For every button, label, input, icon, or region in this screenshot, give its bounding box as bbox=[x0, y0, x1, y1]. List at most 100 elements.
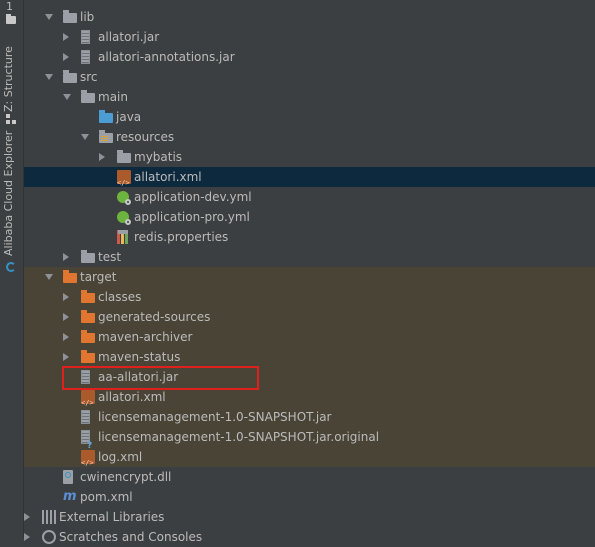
alibaba-cloud-icon bbox=[6, 262, 16, 272]
tree-row-label: cwinencrypt.dll bbox=[80, 470, 172, 484]
collapsed-arrow-icon[interactable] bbox=[99, 153, 105, 161]
collapsed-arrow-icon[interactable] bbox=[63, 53, 69, 61]
project-tool-number[interactable]: 1 bbox=[6, 0, 13, 13]
tree-row-label: allatori.xml bbox=[98, 390, 166, 404]
excluded-folder-icon bbox=[81, 350, 95, 363]
tree-row[interactable]: target bbox=[24, 267, 595, 287]
structure-tool-label[interactable]: Z: Structure bbox=[2, 46, 15, 112]
tree-row[interactable]: resources bbox=[24, 127, 595, 147]
excluded-folder-icon bbox=[63, 270, 77, 283]
tree-row[interactable]: java bbox=[24, 107, 595, 127]
jar-icon bbox=[81, 30, 90, 44]
tree-row-label: target bbox=[80, 270, 117, 284]
tree-row[interactable]: maven-status bbox=[24, 347, 595, 367]
tree-row-label: generated-sources bbox=[98, 310, 211, 324]
tree-row-label: lib bbox=[80, 10, 95, 24]
collapsed-arrow-icon[interactable] bbox=[24, 513, 30, 521]
collapsed-arrow-icon[interactable] bbox=[63, 353, 69, 361]
folder-icon bbox=[81, 90, 95, 103]
tree-row-label: licensemanagement-1.0-SNAPSHOT.jar.origi… bbox=[98, 430, 380, 444]
tree-row[interactable]: allatori-annotations.jar bbox=[24, 47, 595, 67]
tree-row[interactable]: mybatis bbox=[24, 147, 595, 167]
tree-row[interactable]: allatori.jar bbox=[24, 27, 595, 47]
tree-row[interactable]: classes bbox=[24, 287, 595, 307]
xml-file-icon bbox=[117, 170, 131, 193]
tree-row[interactable]: licensemanagement-1.0-SNAPSHOT.jar.origi… bbox=[24, 427, 595, 456]
tree-row-label: resources bbox=[116, 130, 175, 144]
tree-row[interactable]: m pom.xml bbox=[24, 487, 595, 507]
collapsed-arrow-icon[interactable] bbox=[24, 533, 30, 541]
alibaba-cloud-explorer-label[interactable]: Alibaba Cloud Explorer bbox=[2, 131, 15, 256]
structure-icon bbox=[6, 114, 16, 124]
tree-row[interactable]: licensemanagement-1.0-SNAPSHOT.jar bbox=[24, 407, 595, 427]
tree-row-label: allatori.jar bbox=[98, 30, 160, 44]
tree-row[interactable]: allatori.xml bbox=[24, 167, 595, 193]
tree-row-label: application-dev.yml bbox=[134, 190, 252, 204]
tree-row-label: maven-archiver bbox=[98, 330, 193, 344]
resources-folder-icon bbox=[99, 130, 113, 143]
tree-row[interactable]: test bbox=[24, 247, 595, 267]
external-libraries-icon bbox=[42, 510, 56, 524]
tree-row[interactable]: redis.properties bbox=[24, 227, 595, 247]
tree-row[interactable]: External Libraries bbox=[24, 507, 595, 527]
xml-file-icon bbox=[81, 450, 95, 473]
tree-row-label: allatori.xml bbox=[134, 170, 202, 184]
collapsed-arrow-icon[interactable] bbox=[63, 293, 69, 301]
tree-row[interactable]: application-pro.yml bbox=[24, 207, 595, 227]
unknown-jar-icon bbox=[81, 430, 92, 456]
tree-row-label: mybatis bbox=[134, 150, 183, 164]
tree-row-label: main bbox=[98, 90, 128, 104]
collapsed-arrow-icon[interactable] bbox=[63, 333, 69, 341]
tree-row[interactable]: generated-sources bbox=[24, 307, 595, 327]
folder-icon bbox=[81, 250, 95, 263]
collapsed-arrow-icon[interactable] bbox=[63, 313, 69, 321]
tree-row-label: redis.properties bbox=[134, 230, 229, 244]
tree-row-label: java bbox=[116, 110, 142, 124]
tree-row-label: pom.xml bbox=[80, 490, 133, 504]
tree-row-label: Scratches and Consoles bbox=[59, 530, 203, 544]
maven-icon: m bbox=[63, 489, 77, 504]
collapsed-arrow-icon[interactable] bbox=[63, 253, 69, 261]
tree-row[interactable]: application-dev.yml bbox=[24, 187, 595, 207]
tree-row-label: application-pro.yml bbox=[134, 210, 250, 224]
tree-row-label: src bbox=[80, 70, 98, 84]
expanded-arrow-icon[interactable] bbox=[45, 14, 53, 20]
left-tool-strip: 1 Z: Structure Alibaba Cloud Explorer bbox=[0, 0, 24, 538]
tree-row-label: log.xml bbox=[98, 450, 143, 464]
red-highlight-box bbox=[62, 366, 259, 390]
expanded-arrow-icon[interactable] bbox=[63, 94, 71, 100]
project-tool-folder-icon[interactable] bbox=[6, 14, 16, 24]
tree-row[interactable]: log.xml bbox=[24, 447, 595, 473]
tree-row[interactable]: allatori.xml bbox=[24, 387, 595, 413]
tree-row-label: test bbox=[98, 250, 122, 264]
tree-row-label: licensemanagement-1.0-SNAPSHOT.jar bbox=[98, 410, 332, 424]
tree-row[interactable]: src bbox=[24, 67, 595, 87]
jar-icon bbox=[81, 50, 90, 64]
spring-yml-icon bbox=[117, 191, 131, 205]
tree-row[interactable]: main bbox=[24, 87, 595, 107]
tree-row-label: allatori-annotations.jar bbox=[98, 50, 235, 64]
tree-row[interactable]: lib bbox=[24, 7, 595, 27]
dll-file-icon bbox=[63, 470, 73, 484]
excluded-folder-icon bbox=[81, 310, 95, 323]
folder-icon bbox=[63, 10, 77, 23]
tree-row[interactable]: cwinencrypt.dll bbox=[24, 467, 595, 487]
folder-icon bbox=[63, 70, 77, 83]
tree-row-label: maven-status bbox=[98, 350, 181, 364]
collapsed-arrow-icon[interactable] bbox=[63, 33, 69, 41]
tree-row[interactable]: maven-archiver bbox=[24, 327, 595, 347]
spring-yml-icon bbox=[117, 211, 131, 225]
expanded-arrow-icon[interactable] bbox=[45, 74, 53, 80]
xml-file-icon bbox=[81, 390, 95, 413]
folder-icon bbox=[117, 150, 131, 163]
excluded-folder-icon bbox=[81, 330, 95, 343]
source-folder-icon bbox=[99, 110, 113, 123]
scratches-icon bbox=[42, 530, 56, 544]
excluded-folder-icon bbox=[81, 290, 95, 303]
tree-row[interactable]: Scratches and Consoles bbox=[24, 527, 595, 547]
expanded-arrow-icon[interactable] bbox=[45, 274, 53, 280]
tree-row-label: External Libraries bbox=[59, 510, 165, 524]
expanded-arrow-icon[interactable] bbox=[81, 134, 89, 140]
project-tree: lib allatori.jar allatori-annotations.jar s… bbox=[24, 0, 595, 544]
tree-row-label: classes bbox=[98, 290, 142, 304]
